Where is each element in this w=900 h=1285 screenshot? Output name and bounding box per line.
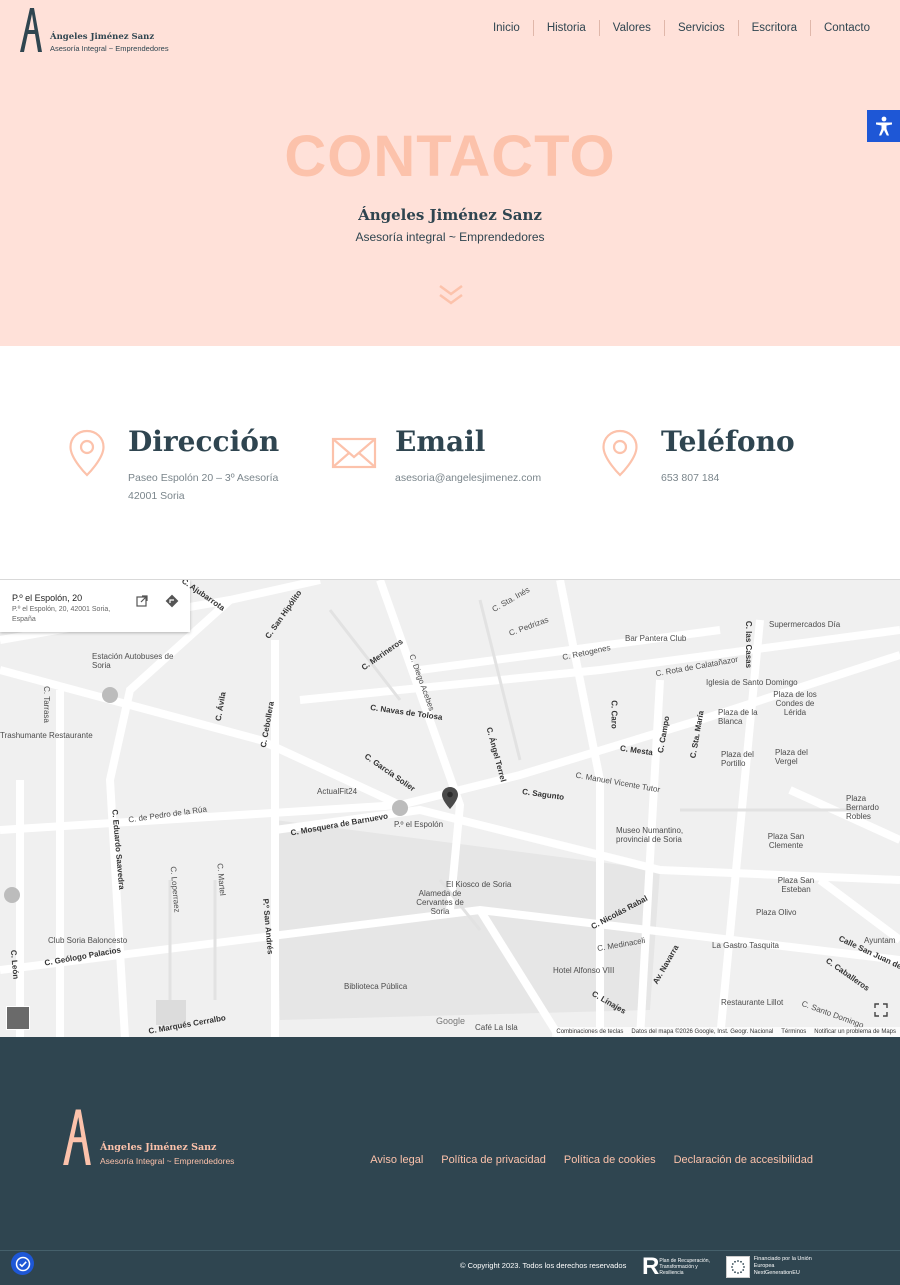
hero-name: Ángeles Jiménez Sanz	[358, 206, 542, 224]
eu-funding-line-1: Financiado por la Unión Europea	[753, 1256, 812, 1269]
map-label: ActualFit24	[317, 787, 358, 796]
eu-funding-line-2: NextGenerationEU	[753, 1270, 800, 1276]
google-map[interactable]: P.º el Espolón, 20 P.º el Espolón, 20, 4…	[0, 579, 900, 1037]
nav-escritora[interactable]: Escritora	[737, 20, 810, 36]
map-label: Plaza San Esteban	[777, 876, 815, 894]
map-terms-link[interactable]: Términos	[781, 1029, 806, 1035]
accessibility-button[interactable]	[867, 110, 900, 142]
nav-servicios[interactable]: Servicios	[663, 20, 738, 36]
map-label: C. las Casas	[744, 620, 754, 669]
map-label: Plaza de los Condes de Lérida	[773, 690, 817, 717]
eu-funding-text: Financiado por la Unión Europea NextGene…	[754, 1256, 816, 1277]
footer-logo[interactable]: Ángeles Jiménez Sanz Asesoría Integral ~…	[60, 1107, 250, 1167]
map-label: C. Tarrasa	[41, 686, 51, 723]
map-place-title: P.º el Espolón, 20	[12, 593, 83, 603]
map-label: Hotel Alfonso VIII	[553, 966, 615, 975]
map-label: Plaza Bernardo Robles	[846, 794, 879, 821]
footer-links: Aviso legal Política de privacidad Polít…	[370, 1154, 813, 1166]
hero-subtitle: Asesoría integral ~ Emprendedores	[355, 230, 545, 244]
nav-historia[interactable]: Historia	[532, 20, 599, 36]
map-label: Museo Numantino, provincial de Soria	[616, 826, 684, 844]
map-label: P.º el Espolón	[394, 820, 444, 829]
address-text: Paseo Espolón 20 – 3º Asesoría 42001 Sor…	[128, 469, 328, 505]
cookie-check-icon	[15, 1256, 30, 1271]
logo-mark-icon	[20, 8, 42, 52]
map-attribution: Combinaciones de teclas Datos del mapa ©…	[552, 1027, 900, 1037]
map-label: Plaza del Vergel	[775, 748, 808, 766]
map-label: Restaurante Lillot	[721, 998, 784, 1007]
map-label: Biblioteca Pública	[344, 982, 408, 991]
email-link[interactable]: asesoria@angelesjimenez.com	[395, 469, 595, 487]
location-pin-icon	[602, 429, 638, 477]
footer-logo-tagline: Asesoría Integral ~ Emprendedores	[100, 1156, 235, 1166]
map-label: Plaza San Clemente	[767, 832, 805, 850]
eu-flag-icon	[726, 1255, 750, 1278]
double-chevron-down-icon[interactable]	[438, 282, 464, 308]
map-label: Ayuntam	[864, 936, 896, 945]
directions-icon[interactable]	[165, 594, 179, 608]
fullscreen-icon[interactable]	[874, 1003, 888, 1017]
map-label: La Gastro Tasquita	[712, 941, 780, 950]
map-label: Café La Isla	[475, 1023, 518, 1032]
map-label: Plaza Olivo	[756, 908, 797, 917]
map-report-link[interactable]: Notificar un problema de Maps	[814, 1029, 896, 1035]
site-header: Ángeles Jiménez Sanz Asesoría Integral ~…	[0, 0, 900, 60]
cookie-settings-button[interactable]	[11, 1252, 34, 1275]
eu-funding-badge: Financiado por la Unión Europea NextGene…	[726, 1253, 816, 1280]
logo-name: Ángeles Jiménez Sanz	[50, 32, 155, 42]
map-label: Plaza de la Blanca	[718, 708, 758, 726]
map-label: Plaza del Portillo	[721, 750, 754, 768]
site-footer: Ángeles Jiménez Sanz Asesoría Integral ~…	[0, 1037, 900, 1285]
footer-link-privacidad[interactable]: Política de privacidad	[441, 1154, 546, 1166]
phone-heading: Teléfono	[661, 425, 795, 458]
phone-link[interactable]: 653 807 184	[661, 469, 861, 487]
map-label: Bar Pantera Club	[625, 634, 687, 643]
map-label: Iglesia de Santo Domingo	[706, 678, 798, 687]
recovery-plan-badge: R Plan de Recuperación, Transformación y…	[642, 1253, 714, 1280]
map-data-credit: Datos del mapa ©2026 Google, Inst. Geogr…	[631, 1029, 774, 1035]
map-label: Alameda de Cervantes de Soria	[416, 889, 464, 916]
map-type-thumbnail[interactable]	[6, 1006, 30, 1030]
address-line-1: Paseo Espolón 20 – 3º Asesoría	[128, 472, 279, 484]
accessibility-icon	[875, 116, 892, 136]
address-line-2: 42001 Soria	[128, 490, 185, 502]
map-label: Estación Autobuses de Soria	[92, 652, 174, 670]
nav-contacto[interactable]: Contacto	[809, 20, 870, 36]
hero-section: CONTACTO Ángeles Jiménez Sanz Asesoría i…	[0, 60, 900, 346]
footer-link-aviso-legal[interactable]: Aviso legal	[370, 1154, 423, 1166]
footer-logo-name: Ángeles Jiménez Sanz	[100, 1142, 217, 1153]
location-pin-icon	[69, 429, 105, 477]
nav-valores[interactable]: Valores	[598, 20, 664, 36]
site-logo[interactable]: Ángeles Jiménez Sanz Asesoría Integral ~…	[18, 6, 178, 54]
recovery-plan-logo-icon: R	[642, 1252, 660, 1280]
map-label: Club Soria Baloncesto	[48, 936, 128, 945]
map-marker-icon[interactable]	[442, 787, 458, 809]
map-label: Trashumante Restaurante	[0, 731, 93, 740]
address-heading: Dirección	[128, 425, 280, 458]
open-external-icon[interactable]	[135, 594, 149, 608]
nav-inicio[interactable]: Inicio	[480, 20, 533, 36]
main-nav: Inicio Historia Valores Servicios Escrit…	[480, 20, 870, 36]
map-label: C. Caro	[609, 700, 619, 729]
copyright: © Copyright 2023. Todos los derechos res…	[460, 1261, 627, 1270]
map-label: El Kiosco de Soria	[446, 880, 512, 889]
google-logo: Google	[436, 1016, 466, 1026]
map-place-address: P.º el Espolón, 20, 42001 Soria, España	[12, 606, 111, 623]
map-shortcuts-link[interactable]: Combinaciones de teclas	[556, 1029, 623, 1035]
recovery-plan-text: Plan de Recuperación, Transformación y R…	[659, 1257, 710, 1276]
logo-mark-icon	[63, 1109, 91, 1165]
footer-link-cookies[interactable]: Política de cookies	[564, 1154, 656, 1166]
logo-tagline: Asesoría Integral ~ Emprendedores	[50, 44, 169, 53]
envelope-icon	[331, 437, 377, 469]
email-heading: Email	[395, 425, 486, 458]
footer-divider	[0, 1250, 900, 1251]
map-label: Supermercados Día	[769, 620, 841, 629]
map-place-card[interactable]: P.º el Espolón, 20 P.º el Espolón, 20, 4…	[0, 580, 190, 632]
footer-link-accesibilidad[interactable]: Declaración de accesibilidad	[674, 1154, 813, 1166]
page-title: CONTACTO	[284, 124, 616, 189]
